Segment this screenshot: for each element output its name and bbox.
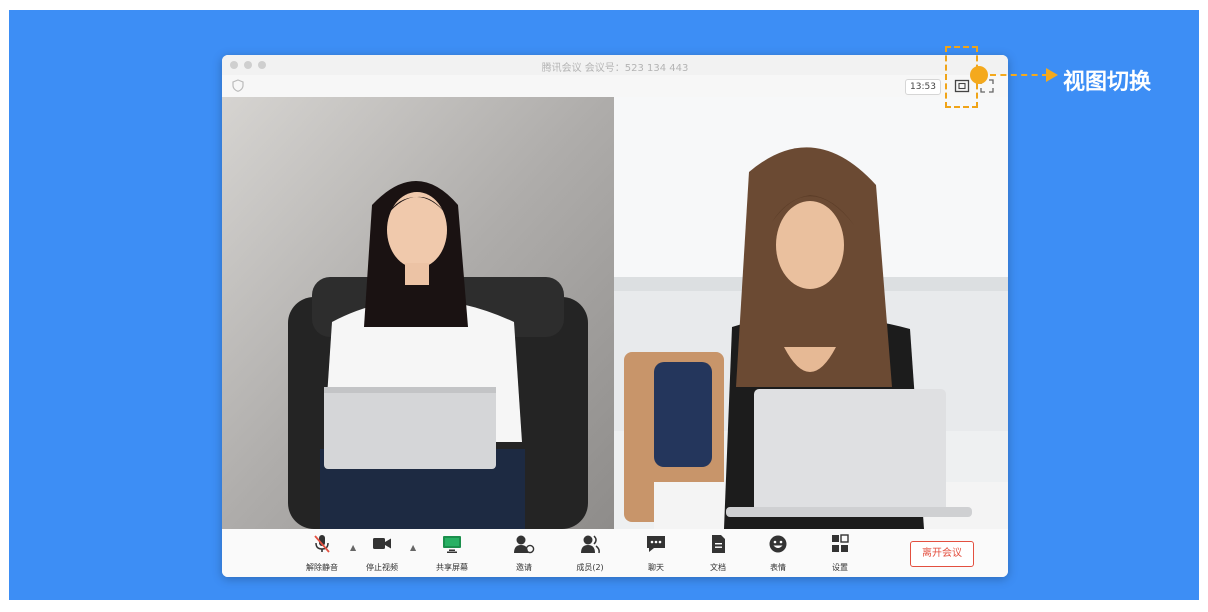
share-screen-button[interactable]: 共享屏幕 (430, 534, 474, 573)
chat-bubble-icon (647, 536, 665, 552)
meeting-window: 腾讯会议 会议号：523 134 443 13:53 解除静音 ▲ 停止视频 ▲… (222, 55, 1008, 577)
invite-button[interactable]: 邀请 (502, 534, 546, 573)
callout-dot (970, 66, 988, 84)
video-options-caret-icon[interactable]: ▲ (410, 543, 416, 552)
meeting-toolbar: 解除静音 ▲ 停止视频 ▲ 共享屏幕 邀请 成员(2) 聊天 文档 表情 设置 … (222, 529, 1008, 577)
settings-grid-icon (832, 534, 849, 552)
invite-label: 邀请 (516, 563, 532, 572)
shield-icon[interactable] (232, 79, 244, 92)
docs-label: 文档 (710, 563, 726, 572)
participant-video-1[interactable] (222, 97, 614, 529)
smiley-icon (769, 535, 787, 553)
meeting-info-bar (222, 75, 1008, 98)
members-button[interactable]: 成员(2) (568, 534, 612, 573)
share-screen-label: 共享屏幕 (436, 563, 468, 572)
emoji-label: 表情 (770, 563, 786, 572)
view-switch-callout-label: 视图切换 (1063, 70, 1152, 95)
unmute-button[interactable]: 解除静音 (300, 534, 344, 573)
callout-line (990, 74, 1048, 76)
document-icon (712, 535, 725, 553)
window-title: 腾讯会议 会议号：523 134 443 (541, 63, 689, 74)
chat-label: 聊天 (648, 563, 664, 572)
participant-video-2[interactable] (614, 97, 1008, 529)
video-grid (222, 97, 1008, 529)
chat-button[interactable]: 聊天 (634, 534, 678, 573)
mic-muted-icon (314, 535, 330, 553)
stop-video-label: 停止视频 (366, 563, 398, 572)
title-bar: 腾讯会议 会议号：523 134 443 (222, 55, 1008, 75)
docs-button[interactable]: 文档 (696, 534, 740, 573)
add-person-icon (514, 535, 535, 554)
members-label: 成员(2) (576, 563, 604, 572)
unmute-label: 解除静音 (306, 563, 338, 572)
emoji-button[interactable]: 表情 (756, 534, 800, 573)
share-screen-icon (443, 536, 461, 553)
meeting-clock: 13:53 (905, 79, 941, 95)
callout-arrow-icon (1046, 68, 1058, 82)
video-camera-icon (373, 538, 391, 549)
members-icon (581, 535, 600, 554)
audio-options-caret-icon[interactable]: ▲ (350, 543, 356, 552)
stop-video-button[interactable]: 停止视频 (360, 534, 404, 573)
settings-button[interactable]: 设置 (818, 534, 862, 573)
settings-label: 设置 (832, 563, 848, 572)
leave-meeting-button[interactable]: 离开会议 (910, 541, 974, 567)
